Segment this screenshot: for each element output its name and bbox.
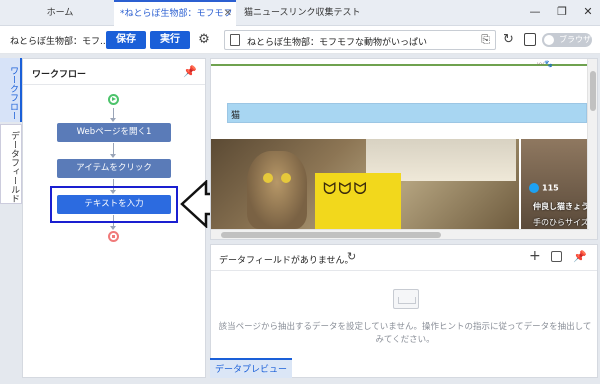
gear-icon[interactable]: ⚙ bbox=[196, 32, 212, 48]
empty-hint: 該当ページから抽出するデータを設定していません。操作ヒントの指示に従ってデータを… bbox=[218, 322, 592, 345]
scroll-thumb[interactable] bbox=[221, 232, 441, 238]
url-text: ねとらぼ生物部：モフモフな動物がいっぱい bbox=[247, 38, 428, 48]
empty-inbox-icon bbox=[393, 289, 419, 309]
data-header: データフィールドがありません。 ↻ + 📌 bbox=[211, 245, 597, 271]
url-bar[interactable]: ねとらぼ生物部：モフモフな動物がいっぱい ⎘ bbox=[224, 30, 496, 50]
page-action-icon[interactable]: ⎘ bbox=[481, 33, 490, 47]
toolbar: ねとらぼ生物部：モフ... 保存 実行 ⚙ ねとらぼ生物部：モフモフな動物がいっ… bbox=[0, 26, 600, 54]
highlight-box bbox=[50, 186, 178, 223]
tab-home[interactable]: ホーム bbox=[20, 0, 100, 26]
page-ornament: 〰🐾 bbox=[537, 60, 553, 68]
start-node-icon bbox=[108, 94, 119, 105]
page-divider bbox=[211, 64, 588, 66]
towel-pattern: ᗢᗢᗢ bbox=[323, 179, 369, 198]
pin-icon[interactable]: 📌 bbox=[183, 65, 197, 78]
side-tab-workflow[interactable]: ワークフロー bbox=[0, 58, 22, 122]
browser-toggle[interactable]: ブラウザ bbox=[542, 33, 592, 47]
vertical-scrollbar[interactable] bbox=[587, 59, 597, 239]
connector-arrow bbox=[110, 154, 116, 158]
export-icon[interactable] bbox=[551, 251, 562, 262]
close-tab-icon[interactable]: ✕ bbox=[224, 2, 232, 26]
cat-photo[interactable]: ᗢᗢᗢ bbox=[211, 139, 519, 229]
save-button[interactable]: 保存 bbox=[106, 31, 146, 49]
plus-icon[interactable]: + bbox=[529, 248, 541, 264]
side-tab-datafield[interactable]: データフィールド bbox=[0, 124, 22, 204]
scroll-thumb[interactable] bbox=[590, 71, 596, 111]
connector-arrow bbox=[110, 118, 116, 122]
workflow-panel: ワークフロー 📌 Webページを開く1 アイテムをクリック テキストを入力 bbox=[22, 58, 206, 378]
refresh-icon[interactable]: ↻ bbox=[347, 250, 356, 263]
article-title: 仲良し猫きょう bbox=[533, 202, 589, 211]
article-caption: 手のひらサイズ bbox=[533, 218, 589, 227]
photo-strip: ᗢᗢᗢ 115 仲良し猫きょう 手のひらサイズ bbox=[211, 139, 589, 229]
cat-figure bbox=[247, 151, 307, 229]
tab-active-task[interactable]: *ねとらぼ生物部：モフモフ ✕ bbox=[114, 0, 236, 26]
category-label: 猫 bbox=[231, 111, 241, 121]
tab-data-preview[interactable]: データプレビュー bbox=[210, 358, 292, 378]
end-node-icon bbox=[108, 231, 119, 242]
workflow-node-click-item[interactable]: アイテムをクリック bbox=[57, 159, 171, 178]
restore-icon[interactable]: ❐ bbox=[555, 5, 569, 19]
browser-toggle-label: ブラウザ bbox=[559, 35, 591, 44]
kittens-photo[interactable]: 115 仲良し猫きょう 手のひらサイズ bbox=[521, 139, 589, 229]
share-count: 115 bbox=[542, 183, 559, 193]
photo-towel: ᗢᗢᗢ bbox=[315, 173, 401, 229]
tab-cat-news[interactable]: 猫ニュースリンク収集テスト bbox=[238, 0, 362, 26]
close-window-icon[interactable]: ✕ bbox=[581, 5, 595, 19]
toggle-knob bbox=[544, 35, 554, 45]
minimize-icon[interactable]: — bbox=[528, 5, 542, 19]
workflow-title: ワークフロー bbox=[32, 70, 87, 80]
twitter-icon bbox=[529, 183, 539, 193]
tab-bar: ホーム *ねとらぼ生物部：モフモフ ✕ 猫ニュースリンク収集テスト — ❐ ✕ bbox=[0, 0, 600, 26]
category-bar[interactable]: 猫 bbox=[227, 103, 587, 123]
share-badge: 115 bbox=[529, 183, 559, 193]
workflow-header: ワークフロー 📌 bbox=[23, 59, 205, 85]
horizontal-scrollbar[interactable] bbox=[211, 229, 589, 239]
mobile-mode-icon[interactable] bbox=[524, 33, 536, 46]
page-icon bbox=[230, 34, 240, 46]
pin-icon[interactable]: 📌 bbox=[573, 250, 587, 263]
cat-eye bbox=[281, 173, 291, 183]
task-name: ねとらぼ生物部：モフ... bbox=[10, 37, 109, 47]
web-preview[interactable]: 〰🐾 猫 ᗢᗢᗢ 115 仲良し猫きょう 手のひらサイズ bbox=[210, 58, 598, 240]
cat-eye bbox=[263, 173, 273, 183]
connector-arrow bbox=[110, 226, 116, 230]
tab-cat-news-label: 猫ニュースリンク収集テスト bbox=[244, 8, 361, 18]
run-button[interactable]: 実行 bbox=[150, 31, 190, 49]
workflow-node-open-page[interactable]: Webページを開く1 bbox=[57, 123, 171, 142]
refresh-icon[interactable]: ↻ bbox=[503, 32, 514, 47]
data-empty-title: データフィールドがありません。 bbox=[219, 256, 354, 266]
tab-active-label: *ねとらぼ生物部：モフモフ bbox=[120, 9, 233, 19]
